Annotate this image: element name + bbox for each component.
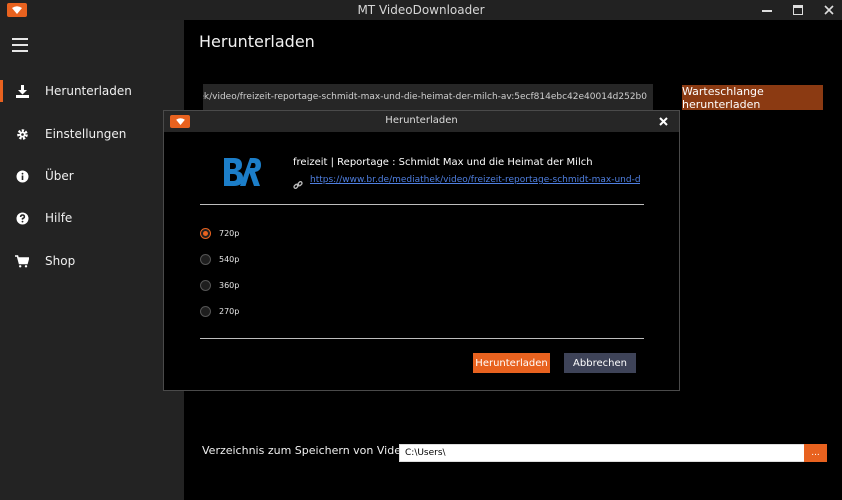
minimize-button[interactable] [752, 0, 782, 20]
quality-option-360p[interactable]: 360p [200, 278, 239, 292]
download-queue-button[interactable]: Warteschlange herunterladen [682, 85, 823, 111]
cart-icon [15, 254, 29, 268]
sidebar-item-help[interactable]: Hilfe [0, 197, 184, 239]
radio-button[interactable] [200, 305, 211, 317]
url-input-value: https://www.br.de/mediathek/video/freize… [203, 92, 647, 102]
window-title: MT VideoDownloader [357, 3, 485, 17]
url-input[interactable]: https://www.br.de/mediathek/video/freize… [203, 84, 653, 110]
dialog-title: Herunterladen [385, 115, 458, 126]
dialog-close-button[interactable] [654, 113, 672, 130]
close-icon [824, 5, 834, 15]
download-dialog: Herunterladen freizeit | Reportage : Sch… [163, 110, 680, 391]
sidebar-item-shop[interactable]: Shop [0, 240, 184, 282]
cancel-button[interactable]: Abbrechen [564, 353, 636, 373]
radio-button[interactable] [200, 227, 211, 239]
title-bar: MT VideoDownloader [0, 0, 842, 20]
divider [200, 204, 644, 205]
sidebar-item-label: Herunterladen [45, 84, 132, 98]
br-logo [222, 155, 262, 189]
active-marker [0, 80, 3, 102]
quality-option-540p[interactable]: 540p [200, 252, 239, 266]
sidebar-item-label: Hilfe [45, 211, 73, 225]
download-button[interactable]: Herunterladen [473, 353, 550, 373]
quality-label: 720p [219, 228, 240, 238]
video-title: freizeit | Reportage : Schmidt Max und d… [293, 157, 593, 168]
sidebar-item-about[interactable]: Über [0, 155, 184, 197]
hamburger-menu-icon[interactable] [12, 38, 28, 52]
quality-option-720p[interactable]: 720p [200, 226, 239, 240]
sidebar-item-label: Einstellungen [45, 127, 127, 141]
help-icon [15, 211, 29, 225]
save-directory-label: Verzeichnis zum Speichern von Videos [202, 444, 414, 457]
quality-label: 540p [219, 254, 240, 264]
maximize-icon [793, 5, 803, 15]
save-directory-input[interactable]: C:\Users\ [399, 444, 805, 462]
download-icon [15, 84, 29, 98]
sidebar-item-download[interactable]: Herunterladen [0, 70, 184, 112]
page-title: Herunterladen [199, 32, 315, 51]
browse-directory-button[interactable]: ... [804, 444, 827, 462]
info-icon [15, 169, 29, 183]
minimize-icon [762, 10, 772, 12]
radio-button[interactable] [200, 253, 211, 265]
divider [200, 338, 644, 339]
close-window-button[interactable] [814, 0, 842, 20]
radio-button[interactable] [200, 279, 211, 291]
dialog-title-bar: Herunterladen [164, 111, 679, 132]
sidebar-item-label: Über [45, 169, 74, 183]
sidebar-item-label: Shop [45, 254, 76, 268]
quality-option-270p[interactable]: 270p [200, 304, 239, 318]
quality-label: 360p [219, 280, 240, 290]
gear-icon [15, 127, 29, 141]
sidebar: Herunterladen Einstellungen Über Hilfe S… [0, 20, 184, 500]
maximize-button[interactable] [783, 0, 813, 20]
quality-label: 270p [219, 306, 240, 316]
link-icon [293, 175, 303, 189]
video-url-link[interactable]: https://www.br.de/mediathek/video/freize… [310, 175, 640, 185]
sidebar-item-settings[interactable]: Einstellungen [0, 113, 184, 155]
close-icon [658, 117, 668, 126]
